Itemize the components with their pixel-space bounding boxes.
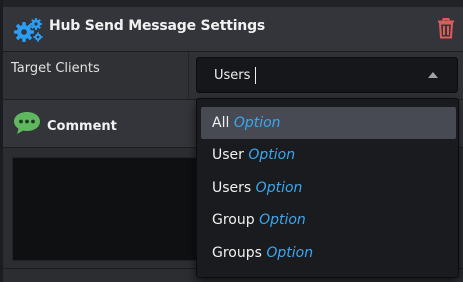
dropdown-option[interactable]: User Option bbox=[201, 139, 456, 171]
text-caret bbox=[255, 67, 256, 84]
option-kind: Option bbox=[248, 147, 296, 163]
target-clients-row: Target Clients Users bbox=[3, 52, 463, 100]
option-kind: Option bbox=[255, 180, 303, 196]
dropdown-option[interactable]: Group Option bbox=[201, 204, 456, 236]
option-name: Users bbox=[212, 180, 252, 196]
comment-title: Comment bbox=[47, 119, 117, 134]
dropdown-option[interactable]: Groups Option bbox=[201, 237, 456, 269]
settings-title: Hub Send Message Settings bbox=[49, 18, 266, 34]
dropdown-option[interactable]: Users Option bbox=[201, 172, 456, 204]
target-clients-dropdown: All Option User Option Users Option Grou… bbox=[196, 98, 459, 278]
dropdown-option[interactable]: All Option bbox=[201, 107, 456, 139]
gears-icon bbox=[14, 18, 43, 42]
option-kind: Option bbox=[266, 245, 314, 261]
chevron-up-icon[interactable] bbox=[428, 72, 438, 78]
target-clients-select[interactable]: Users bbox=[196, 57, 458, 93]
option-name: User bbox=[212, 147, 244, 163]
option-kind: Option bbox=[259, 212, 306, 228]
option-name: Group bbox=[212, 212, 255, 228]
column-divider bbox=[188, 52, 189, 100]
target-clients-label: Target Clients bbox=[11, 61, 100, 76]
target-clients-value[interactable]: Users bbox=[214, 68, 250, 83]
speech-bubble-icon bbox=[14, 112, 40, 134]
option-kind: Option bbox=[233, 115, 281, 131]
settings-header: Hub Send Message Settings bbox=[3, 0, 463, 52]
trash-icon[interactable] bbox=[437, 17, 455, 39]
option-name: Groups bbox=[212, 245, 262, 261]
option-name: All bbox=[212, 115, 230, 131]
